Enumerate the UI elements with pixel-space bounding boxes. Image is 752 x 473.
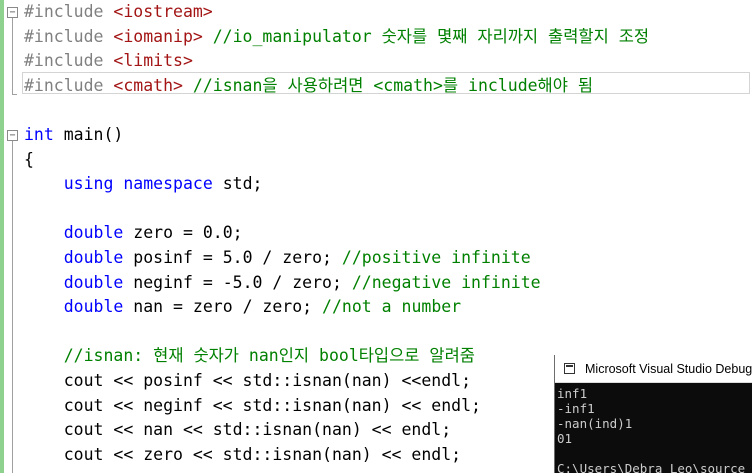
code-token: zero = 0.0;: [123, 223, 243, 242]
fold-guide-includes: [12, 18, 13, 94]
code-token: double: [63, 297, 124, 316]
code-token: #include: [24, 27, 114, 46]
code-token: //negative infinite: [351, 273, 541, 292]
console-line: -nan(ind)1: [557, 416, 633, 431]
code-line[interactable]: #include <iostream>: [24, 0, 213, 24]
code-token: #include: [24, 51, 114, 70]
code-token: double: [63, 248, 124, 267]
console-line: -inf1: [557, 401, 595, 416]
code-token: neginf = -5.0 / zero;: [123, 273, 352, 292]
code-token: namespace: [123, 174, 213, 193]
code-token: cout << neginf << std::isnan(nan) << end…: [24, 396, 481, 415]
code-line[interactable]: cout << neginf << std::isnan(nan) << end…: [24, 394, 481, 418]
code-token: double: [63, 223, 124, 242]
fold-guide-end: [12, 94, 17, 95]
debug-console-window[interactable]: Microsoft Visual Studio Debug inf1 -inf1…: [554, 355, 752, 473]
code-token: using: [63, 174, 114, 193]
console-app-icon: [564, 363, 575, 374]
code-token: {: [24, 150, 34, 169]
code-token: <iomanip>: [113, 27, 203, 46]
console-line: 01: [557, 431, 573, 446]
console-title-bar[interactable]: Microsoft Visual Studio Debug: [555, 355, 752, 383]
code-line[interactable]: #include <limits>: [24, 49, 193, 73]
code-token: nan = zero / zero;: [123, 297, 323, 316]
code-token: //positive infinite: [341, 248, 531, 267]
code-line[interactable]: double zero = 0.0;: [24, 221, 243, 245]
code-line[interactable]: #include <cmath> //isnan을 사용하려면 <cmath>를…: [24, 74, 593, 98]
fold-toggle-icon[interactable]: −: [7, 130, 18, 141]
code-token: std;: [212, 174, 263, 193]
console-output: inf1 -inf1 -nan(ind)1 01 C:\Users\Debra_…: [557, 386, 751, 473]
code-token: #include: [24, 2, 114, 21]
code-token: main(): [53, 125, 124, 144]
code-token: //io_manipulator 숫자를 몇째 자리까지 출력할지 조정: [202, 27, 650, 46]
code-token: #include: [24, 76, 114, 95]
code-line[interactable]: cout << posinf << std::isnan(nan) <<endl…: [24, 369, 471, 393]
code-token: //not a number: [322, 297, 462, 316]
code-line[interactable]: #include <iomanip> //io_manipulator 숫자를 …: [24, 25, 649, 49]
code-line[interactable]: double neginf = -5.0 / zero; //negative …: [24, 271, 541, 295]
code-token: <cmath>: [113, 76, 183, 95]
code-token: //isnan을 사용하려면 <cmath>를 include해야 됨: [182, 76, 594, 95]
code-line[interactable]: cout << nan << std::isnan(nan) << endl;: [24, 418, 451, 442]
code-token: //isnan: 현재 숫자가 nan인지 bool타입으로 알려줌: [63, 346, 475, 365]
fold-toggle-icon[interactable]: −: [7, 7, 18, 18]
code-line[interactable]: using namespace std;: [24, 172, 263, 196]
code-token: cout << zero << std::isnan(nan) << endl;: [24, 445, 462, 464]
fold-guide-main: [12, 141, 13, 473]
code-token: <limits>: [113, 51, 193, 70]
code-token: posinf = 5.0 / zero;: [123, 248, 342, 267]
code-line[interactable]: {: [24, 148, 34, 172]
code-line[interactable]: //isnan: 현재 숫자가 nan인지 bool타입으로 알려줌: [24, 344, 475, 368]
code-token: cout << nan << std::isnan(nan) << endl;: [24, 420, 452, 439]
console-title: Microsoft Visual Studio Debug: [585, 362, 752, 376]
code-token: int: [24, 125, 54, 144]
console-line: C:\Users\Debra_Leo\source: [557, 461, 746, 473]
code-line[interactable]: double posinf = 5.0 / zero; //positive i…: [24, 246, 531, 270]
change-tracking-bar: [0, 0, 4, 473]
code-token: double: [63, 273, 124, 292]
code-token: cout << posinf << std::isnan(nan) <<endl…: [24, 371, 472, 390]
code-token: <iostream>: [113, 2, 213, 21]
console-line: inf1: [557, 386, 588, 401]
code-line[interactable]: cout << zero << std::isnan(nan) << endl;: [24, 443, 461, 467]
code-line[interactable]: double nan = zero / zero; //not a number: [24, 295, 461, 319]
code-line[interactable]: int main(): [24, 123, 123, 147]
